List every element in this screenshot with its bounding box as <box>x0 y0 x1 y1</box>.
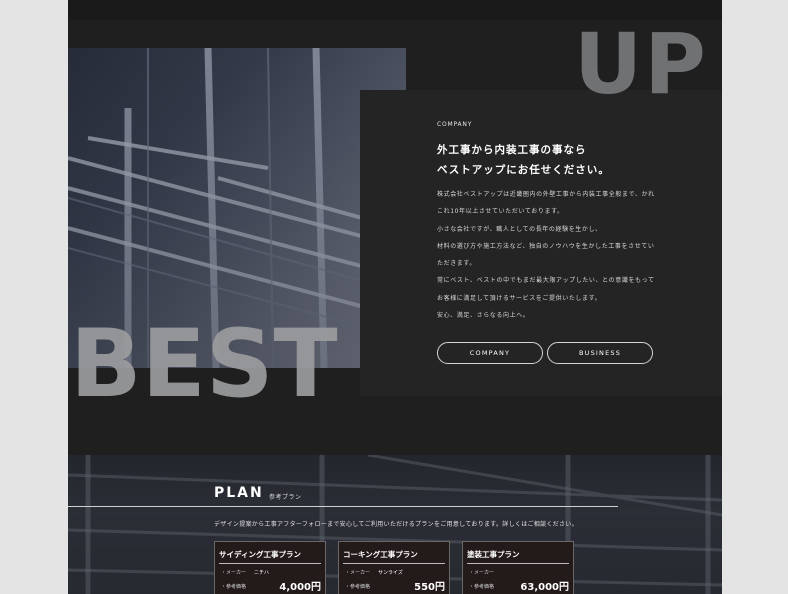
card-price: 4,000円 <box>279 582 321 593</box>
headline-line: ベストアップにお任せください。 <box>437 164 610 176</box>
plan-subtitle: 参考プラン <box>269 494 302 501</box>
card-price-label: ・参考価格 <box>221 584 247 590</box>
body-line: 小さな会社ですが、職人としての長年の経験を生かし、 <box>437 225 602 233</box>
big-up-text: UP <box>574 15 708 113</box>
plan-description: デザイン提案から工事アフターフォローまで安心してご利用いただけるプランをご用意し… <box>214 521 578 528</box>
card-divider <box>467 563 569 564</box>
big-best-text: BEST <box>70 310 338 419</box>
body-line: ただきます。 <box>437 260 477 268</box>
maker-value: サンライズ <box>378 570 403 576</box>
plan-title: PLAN <box>214 485 264 501</box>
card-price-label: ・参考価格 <box>469 584 495 590</box>
body-line: 常にベスト、ベストの中でもまだ最大限アップしたい、との意識をもって <box>437 277 655 285</box>
body-line: 材料の選び方や施工方法など、独自のノウハウを生かした工事をさせてい <box>437 242 655 250</box>
maker-label: ・メーカー <box>345 570 371 576</box>
hero-body-text: 株式会社ベストアップは近畿圏内の外壁工事から内装工事全般まで、かれ これ10年以… <box>437 186 677 324</box>
card-divider <box>219 563 321 564</box>
card-price: 550円 <box>414 582 445 593</box>
plan-card-siding[interactable]: サイディング工事プラン ・メーカー ニチハ ・参考価格 4,000円 <box>214 541 326 594</box>
maker-label: ・メーカー <box>221 570 247 576</box>
card-price: 63,000円 <box>520 582 569 593</box>
company-button[interactable]: COMPANY <box>437 342 543 364</box>
plan-card-caulking[interactable]: コーキング工事プラン ・メーカー サンライズ ・参考価格 550円 <box>338 541 450 594</box>
plan-divider <box>68 506 618 507</box>
card-title: サイディング工事プラン <box>219 550 301 559</box>
body-line: 株式会社ベストアップは近畿圏内の外壁工事から内装工事全般まで、かれ <box>437 191 655 198</box>
business-button[interactable]: BUSINESS <box>547 342 653 364</box>
maker-label: ・メーカー <box>469 570 495 576</box>
body-line: これ10年以上させていただいております。 <box>437 208 564 216</box>
maker-value: ニチハ <box>254 570 270 576</box>
card-maker-row: ・メーカー サンライズ <box>345 569 403 576</box>
card-maker-row: ・メーカー ニチハ <box>221 569 269 576</box>
body-line: 安心、満足、さらなる向上へ。 <box>437 312 530 320</box>
plan-section: PLAN 参考プラン デザイン提案から工事アフターフォローまで安心してご利用いた… <box>68 455 722 594</box>
headline-line: 外工事から内装工事の事なら <box>437 144 587 156</box>
card-price-label: ・参考価格 <box>345 584 371 590</box>
card-title: コーキング工事プラン <box>343 550 418 559</box>
body-line: お客様に満足して頂けるサービスをご提供いたします。 <box>437 294 602 302</box>
card-divider <box>343 563 445 564</box>
card-title: 塗装工事プラン <box>467 550 520 559</box>
card-maker-row: ・メーカー <box>469 569 502 576</box>
page-content: UP BEST COMPANY 外工事から内装工事の事なら ベストアップにお任せ… <box>68 0 722 594</box>
hero-headline: 外工事から内装工事の事なら ベストアップにお任せください。 <box>437 140 610 180</box>
plan-card-painting[interactable]: 塗装工事プラン ・メーカー ・参考価格 63,000円 <box>462 541 574 594</box>
section-label: COMPANY <box>437 121 473 128</box>
